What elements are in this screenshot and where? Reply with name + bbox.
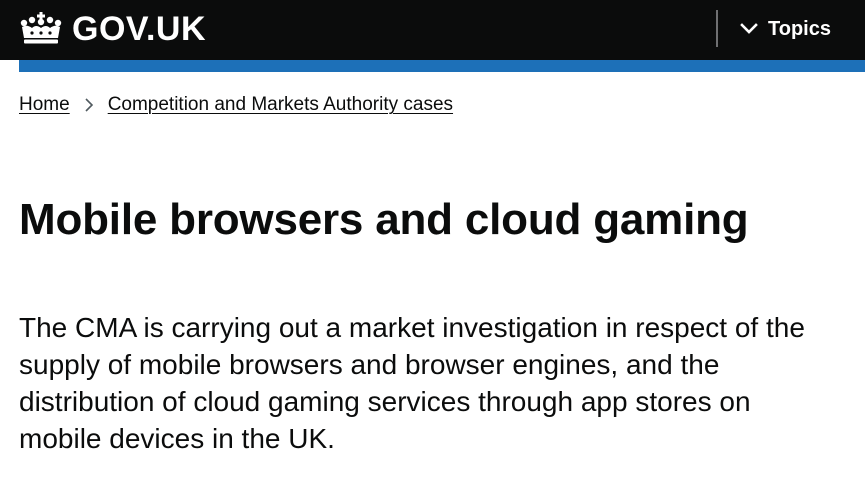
chevron-right-icon [85, 98, 93, 112]
page-title: Mobile browsers and cloud gaming [19, 195, 749, 244]
breadcrumb-link-home[interactable]: Home [19, 94, 70, 116]
breadcrumb: Home Competition and Markets Authority c… [19, 92, 453, 118]
govuk-logo-link[interactable]: GOV.UK [18, 10, 206, 48]
page-lede: The CMA is carrying out a market investi… [19, 312, 805, 454]
logo-text: GOV.UK [72, 10, 207, 48]
topics-label: Topics [768, 18, 831, 40]
header-accent-bar [19, 60, 865, 72]
crown-icon [20, 12, 62, 44]
header-divider [716, 10, 718, 47]
breadcrumb-link-cma-cases[interactable]: Competition and Markets Authority cases [108, 94, 453, 116]
chevron-down-icon [740, 23, 758, 34]
site-header: GOV.UK Topics [0, 0, 865, 60]
topics-menu-button[interactable]: Topics [740, 16, 831, 42]
